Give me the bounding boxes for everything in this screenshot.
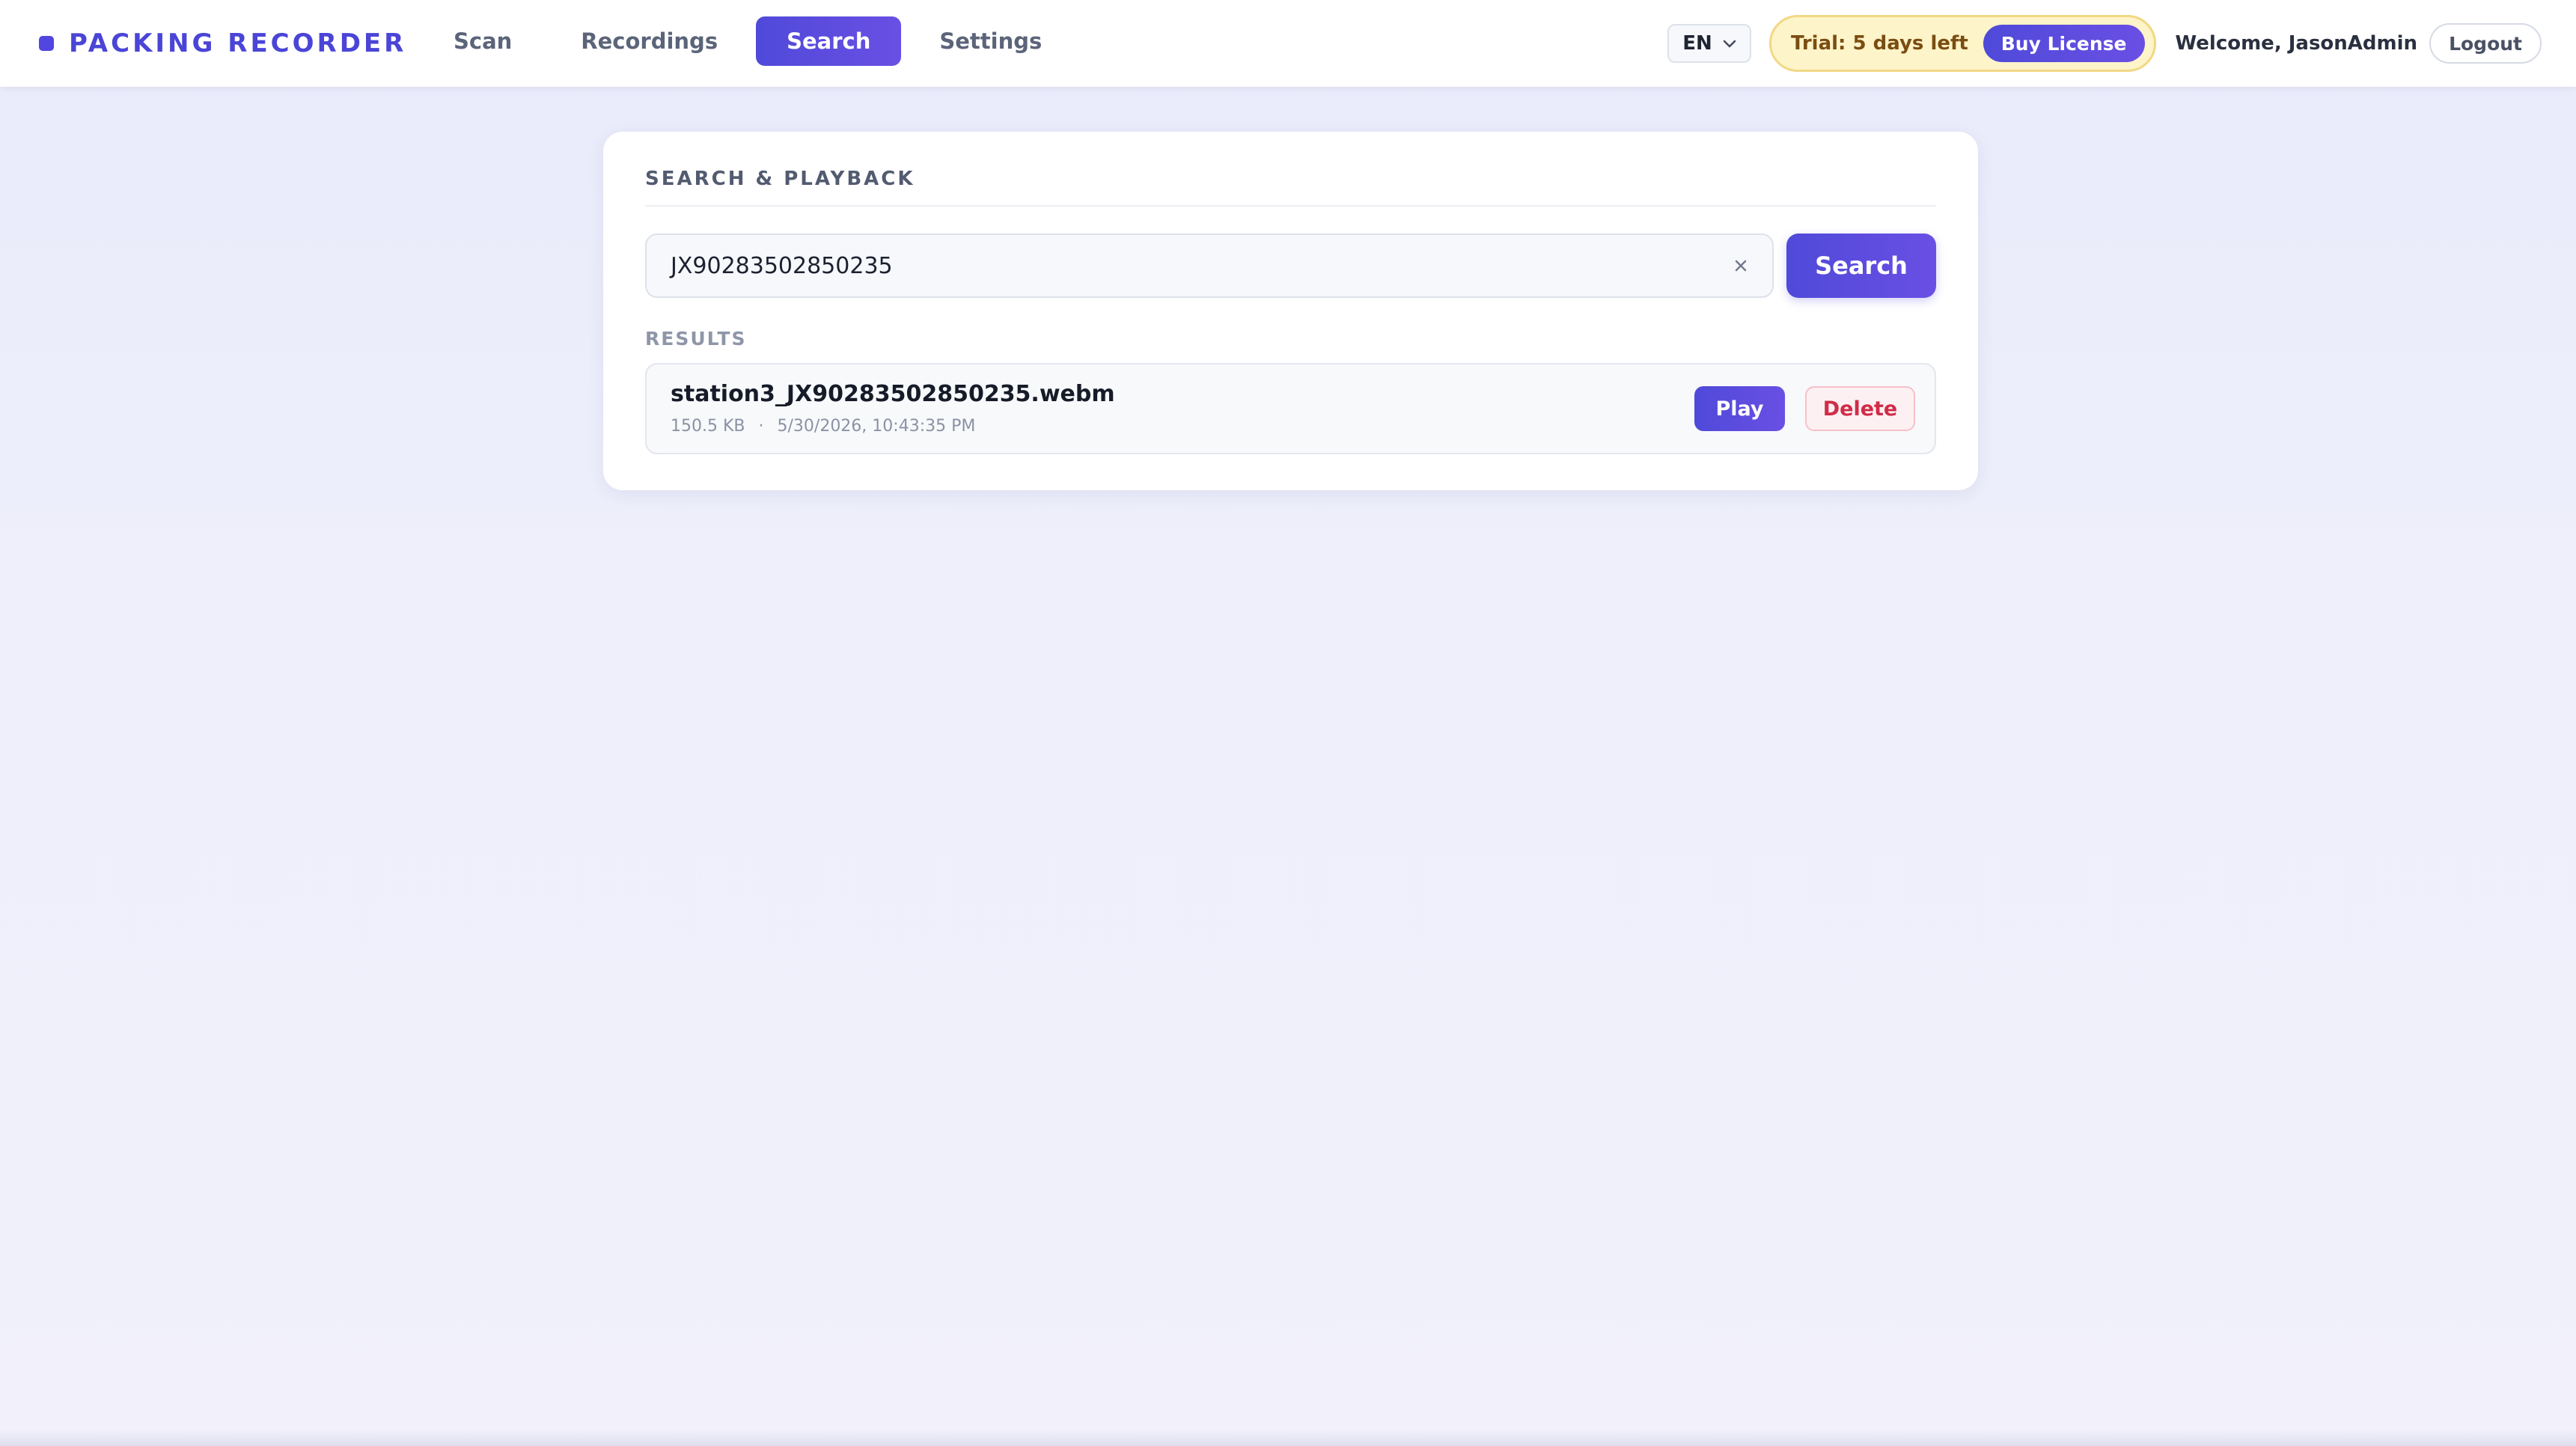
brand-name: PACKING RECORDER [69, 28, 407, 58]
file-name: station3_JX90283502850235.webm [671, 381, 1115, 407]
language-value: EN [1682, 32, 1712, 55]
delete-button[interactable]: Delete [1805, 386, 1915, 431]
header-right: EN Trial: 5 days left Buy License Welcom… [1667, 0, 2542, 87]
file-meta: 150.5 KB · 5/30/2026, 10:43:35 PM [671, 417, 975, 436]
nav-tabs: Scan Recordings Search Settings [423, 16, 1080, 66]
chevron-down-icon [1723, 34, 1736, 52]
tab-search[interactable]: Search [756, 16, 902, 66]
search-button[interactable]: Search [1786, 234, 1936, 298]
buy-license-button[interactable]: Buy License [1983, 25, 2145, 62]
tab-scan[interactable]: Scan [423, 16, 543, 66]
language-select[interactable]: EN [1667, 24, 1751, 63]
search-card: SEARCH & PLAYBACK JX90283502850235 Searc… [603, 132, 1978, 490]
trial-text: Trial: 5 days left [1790, 32, 1968, 55]
result-item: station3_JX90283502850235.webm 150.5 KB … [645, 363, 1936, 454]
trial-badge: Trial: 5 days left Buy License [1768, 15, 2156, 72]
logout-button[interactable]: Logout [2429, 23, 2542, 64]
divider [645, 205, 1936, 207]
file-timestamp: 5/30/2026, 10:43:35 PM [777, 417, 976, 436]
meta-separator: · [758, 417, 764, 436]
card-title: SEARCH & PLAYBACK [645, 168, 915, 190]
search-input[interactable]: JX90283502850235 [645, 234, 1774, 298]
close-icon[interactable] [1726, 251, 1756, 281]
tab-settings[interactable]: Settings [909, 16, 1072, 66]
brand: PACKING RECORDER [39, 0, 406, 87]
play-button[interactable]: Play [1694, 386, 1785, 431]
search-input-value[interactable]: JX90283502850235 [671, 253, 1726, 279]
results-label: RESULTS [645, 328, 747, 350]
top-nav-bar: PACKING RECORDER Scan Recordings Search … [0, 0, 2576, 87]
tab-recordings[interactable]: Recordings [550, 16, 748, 66]
file-size: 150.5 KB [671, 417, 745, 436]
brand-logo-icon [39, 36, 54, 51]
bottom-edge [0, 1430, 2576, 1446]
welcome-text: Welcome, JasonAdmin [2175, 32, 2418, 55]
